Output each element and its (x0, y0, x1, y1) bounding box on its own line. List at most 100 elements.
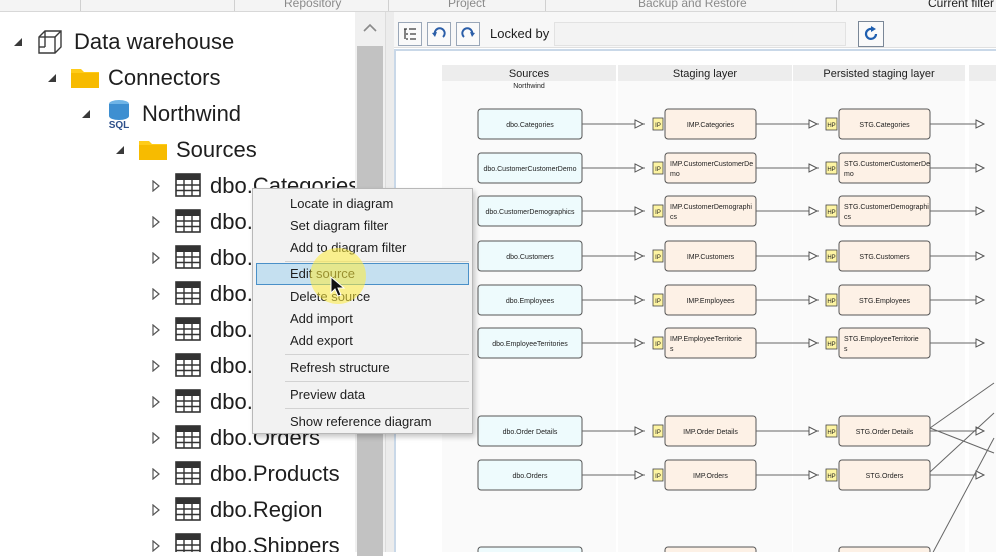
table-icon (175, 281, 203, 309)
undo-icon (432, 27, 446, 38)
persisted-badge-label: HP (827, 210, 835, 216)
table-icon (175, 353, 203, 381)
persisted-node[interactable] (838, 152, 931, 184)
ribbon-group-labels: Repository Project Backup and Restore Cu… (0, 0, 996, 12)
collapsed-arrow-icon[interactable] (150, 216, 162, 228)
staging-node-label: IMP.Order Details (683, 429, 738, 436)
table-icon (175, 533, 203, 552)
menu-item-set-diagram-filter[interactable]: Set diagram filter (256, 215, 469, 237)
tree-node-label: Sources (176, 137, 257, 162)
collapsed-arrow-icon[interactable] (150, 360, 162, 372)
collapsed-arrow-icon[interactable] (150, 288, 162, 300)
persisted-node-label: STG.Customers (859, 254, 910, 261)
staging-node-label: IMP.Orders (693, 473, 728, 480)
persisted-node-label: STG.Orders (866, 473, 904, 480)
column-header: Sources (509, 68, 550, 80)
table-icon (175, 173, 203, 201)
source-node-label: dbo.Customers (506, 254, 554, 261)
persisted-badge-label: HP (827, 123, 835, 129)
redo-button[interactable] (456, 22, 480, 46)
ribbon-group-project: Project (448, 0, 486, 10)
staging-node-label: IMP.Employees (686, 298, 735, 305)
persisted-node[interactable] (838, 327, 931, 359)
list-view-button[interactable] (398, 22, 422, 46)
collapsed-arrow-icon[interactable] (150, 180, 162, 192)
staging-badge-label: IP (655, 255, 661, 261)
collapsed-arrow-icon[interactable] (150, 252, 162, 264)
tree-node-table[interactable]: dbo.Products (0, 456, 355, 492)
staging-badge-label: IP (655, 167, 661, 173)
ribbon-separator (836, 0, 837, 11)
collapsed-arrow-icon[interactable] (150, 468, 162, 480)
staging-node-label: IMP.CustomerCustomerDe (670, 161, 753, 168)
folder-icon (70, 64, 99, 92)
collapsed-arrow-icon[interactable] (150, 432, 162, 444)
staging-node[interactable] (664, 327, 757, 359)
source-node-label: dbo.Categories (506, 122, 554, 129)
expanded-arrow-icon[interactable] (114, 144, 126, 156)
tree-node-label: dbo. (210, 281, 253, 306)
refresh-button[interactable] (858, 21, 884, 47)
undo-button[interactable] (427, 22, 451, 46)
tree-node-data-warehouse[interactable]: Data warehouse (0, 24, 355, 60)
persisted-node[interactable] (838, 195, 931, 227)
svg-text:SQL: SQL (109, 120, 130, 130)
redo-icon (461, 27, 475, 38)
staging-node-label: s (670, 346, 674, 353)
collapsed-arrow-icon[interactable] (150, 504, 162, 516)
expanded-arrow-icon[interactable] (12, 36, 24, 48)
source-group-label: Northwind (513, 83, 545, 90)
column-header: Persisted staging layer (823, 68, 935, 80)
staging-badge-label: IP (655, 123, 661, 129)
expanded-arrow-icon[interactable] (80, 108, 92, 120)
table-icon (175, 317, 203, 345)
tree-node-label: dbo.Shippers (210, 533, 340, 552)
menu-item-add-export[interactable]: Add export (256, 330, 469, 352)
tree-node-label: dbo.Products (210, 461, 340, 486)
ribbon-separator (388, 0, 389, 11)
menu-item-label: Refresh structure (290, 360, 390, 375)
staging-badge-label: IP (655, 342, 661, 348)
tree-node-table[interactable]: dbo.Shippers (0, 528, 355, 552)
tree-node-table[interactable]: dbo.Region (0, 492, 355, 528)
table-icon (175, 209, 203, 237)
staging-node[interactable] (664, 546, 757, 552)
table-icon (175, 497, 203, 525)
tree-node-northwind[interactable]: SQL Northwind (0, 96, 355, 132)
menu-item-refresh-structure[interactable]: Refresh structure (256, 357, 469, 379)
source-node-label: dbo.CustomerCustomerDemo (484, 166, 577, 173)
lineage-diagram[interactable]: Sources Staging layer Persisted staging la… (398, 53, 996, 552)
list-icon (404, 28, 416, 40)
menu-item-add-import[interactable]: Add import (256, 308, 469, 330)
persisted-node-label: STG.CustomerCustomerDe (844, 161, 930, 168)
scroll-up-icon[interactable] (362, 20, 378, 36)
expanded-arrow-icon[interactable] (46, 72, 58, 84)
source-node[interactable] (477, 546, 583, 552)
collapsed-arrow-icon[interactable] (150, 324, 162, 336)
column-header-band (969, 65, 996, 81)
tree-node-sources[interactable]: Sources (0, 132, 355, 168)
collapsed-arrow-icon[interactable] (150, 540, 162, 552)
collapsed-arrow-icon[interactable] (150, 396, 162, 408)
diagram-canvas[interactable]: Sources Staging layer Persisted staging la… (394, 49, 996, 552)
persisted-node[interactable] (838, 546, 931, 552)
staging-node[interactable] (664, 195, 757, 227)
staging-node[interactable] (664, 152, 757, 184)
tree-node-label: Northwind (142, 101, 242, 126)
menu-item-label: Set diagram filter (290, 218, 389, 233)
table-icon (175, 389, 203, 417)
menu-item-show-reference-diagram[interactable]: Show reference diagram (256, 411, 469, 433)
locked-by-field (554, 22, 846, 46)
table-icon (175, 461, 203, 489)
tree-node-connectors[interactable]: Connectors (0, 60, 355, 96)
staging-badge-label: IP (655, 299, 661, 305)
persisted-badge-label: HP (827, 255, 835, 261)
tree-node-label: dbo. (210, 245, 253, 270)
source-node-label: dbo.Orders (512, 473, 548, 480)
persisted-node-label: STG.Order Details (856, 429, 914, 436)
menu-separator (285, 408, 469, 409)
menu-item-locate-in-diagram[interactable]: Locate in diagram (256, 193, 469, 215)
menu-item-label: Show reference diagram (290, 414, 432, 429)
menu-item-preview-data[interactable]: Preview data (256, 384, 469, 406)
menu-item-add-to-diagram-filter[interactable]: Add to diagram filter (256, 237, 469, 259)
